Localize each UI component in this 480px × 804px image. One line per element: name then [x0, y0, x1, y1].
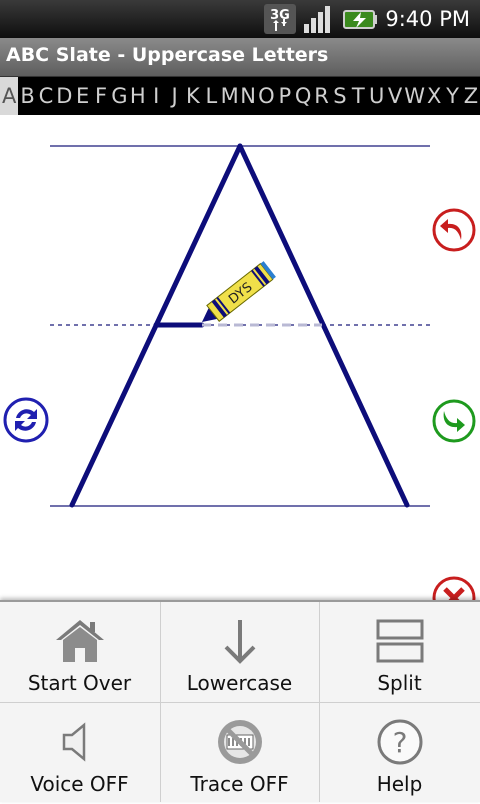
lowercase-button[interactable]: Lowercase [160, 602, 319, 701]
signal-strength-icon [304, 6, 331, 33]
voice-label: Voice OFF [30, 772, 129, 796]
letter-tab-u[interactable]: U [368, 77, 386, 115]
options-menu: Start Over Lowercase Split Voice OFF Tra… [0, 600, 480, 802]
help-label: Help [376, 772, 423, 796]
letter-tab-w[interactable]: W [404, 77, 425, 115]
split-label: Split [377, 671, 422, 695]
letter-tab-a[interactable]: A [0, 77, 19, 115]
battery-charging-icon [343, 10, 378, 29]
trace-label: Trace OFF [190, 772, 289, 796]
letter-tab-y[interactable]: Y [443, 77, 461, 115]
speaker-icon [62, 722, 85, 762]
trace-off-icon [217, 720, 262, 764]
letter-tab-m[interactable]: M [221, 77, 239, 115]
crayon-icon: DYS [202, 261, 276, 322]
start-over-label: Start Over [27, 671, 132, 695]
letter-tab-t[interactable]: T [349, 77, 367, 115]
letter-selector-bar: ABCDEFGHIJKLMNOPQRSTUVWXYZ [0, 77, 480, 115]
home-icon [55, 620, 104, 662]
voice-toggle-button[interactable]: Voice OFF [0, 703, 159, 802]
network-type-label: 3G [271, 8, 291, 23]
help-icon: ? [377, 719, 422, 765]
letter-tab-b[interactable]: B [18, 77, 36, 115]
letter-tab-o[interactable]: O [257, 77, 275, 115]
letter-tab-d[interactable]: D [55, 77, 73, 115]
letter-tab-z[interactable]: Z [462, 77, 480, 115]
refresh-button[interactable] [2, 396, 50, 444]
letter-tab-q[interactable]: Q [294, 77, 312, 115]
letter-tab-v[interactable]: V [386, 77, 404, 115]
status-time: 9:40 PM [385, 7, 470, 31]
letter-tab-e[interactable]: E [74, 77, 92, 115]
letter-tab-l[interactable]: L [202, 77, 220, 115]
title-bar: ABC Slate - Uppercase Letters [0, 38, 480, 77]
split-view-icon [376, 619, 423, 663]
help-button[interactable]: ? Help [320, 703, 479, 802]
undo-button[interactable] [431, 207, 477, 253]
letter-tab-f[interactable]: F [92, 77, 110, 115]
app-title: ABC Slate - Uppercase Letters [6, 44, 329, 66]
trace-toggle-button[interactable]: Trace OFF [160, 703, 319, 802]
letter-tab-k[interactable]: K [184, 77, 202, 115]
letter-tab-r[interactable]: R [312, 77, 330, 115]
letter-tab-h[interactable]: H [129, 77, 147, 115]
letter-tab-g[interactable]: G [110, 77, 128, 115]
letter-tab-i[interactable]: I [147, 77, 165, 115]
lowercase-label: Lowercase [186, 671, 293, 695]
letter-tab-p[interactable]: P [276, 77, 294, 115]
letter-tab-n[interactable]: N [239, 77, 257, 115]
split-button[interactable]: Split [320, 602, 479, 701]
status-icons: 3G 9:40 PM [263, 0, 480, 38]
status-bar: 3G 9:40 PM [0, 0, 480, 38]
letter-tab-c[interactable]: C [37, 77, 55, 115]
network-3g-icon: 3G [264, 4, 297, 34]
redo-button[interactable] [431, 398, 477, 444]
letter-tab-j[interactable]: J [165, 77, 183, 115]
arrow-down-icon [224, 620, 255, 664]
start-over-button[interactable]: Start Over [0, 602, 159, 701]
svg-text:?: ? [392, 726, 407, 759]
letter-tab-x[interactable]: X [425, 77, 443, 115]
letter-tab-s[interactable]: S [331, 77, 349, 115]
